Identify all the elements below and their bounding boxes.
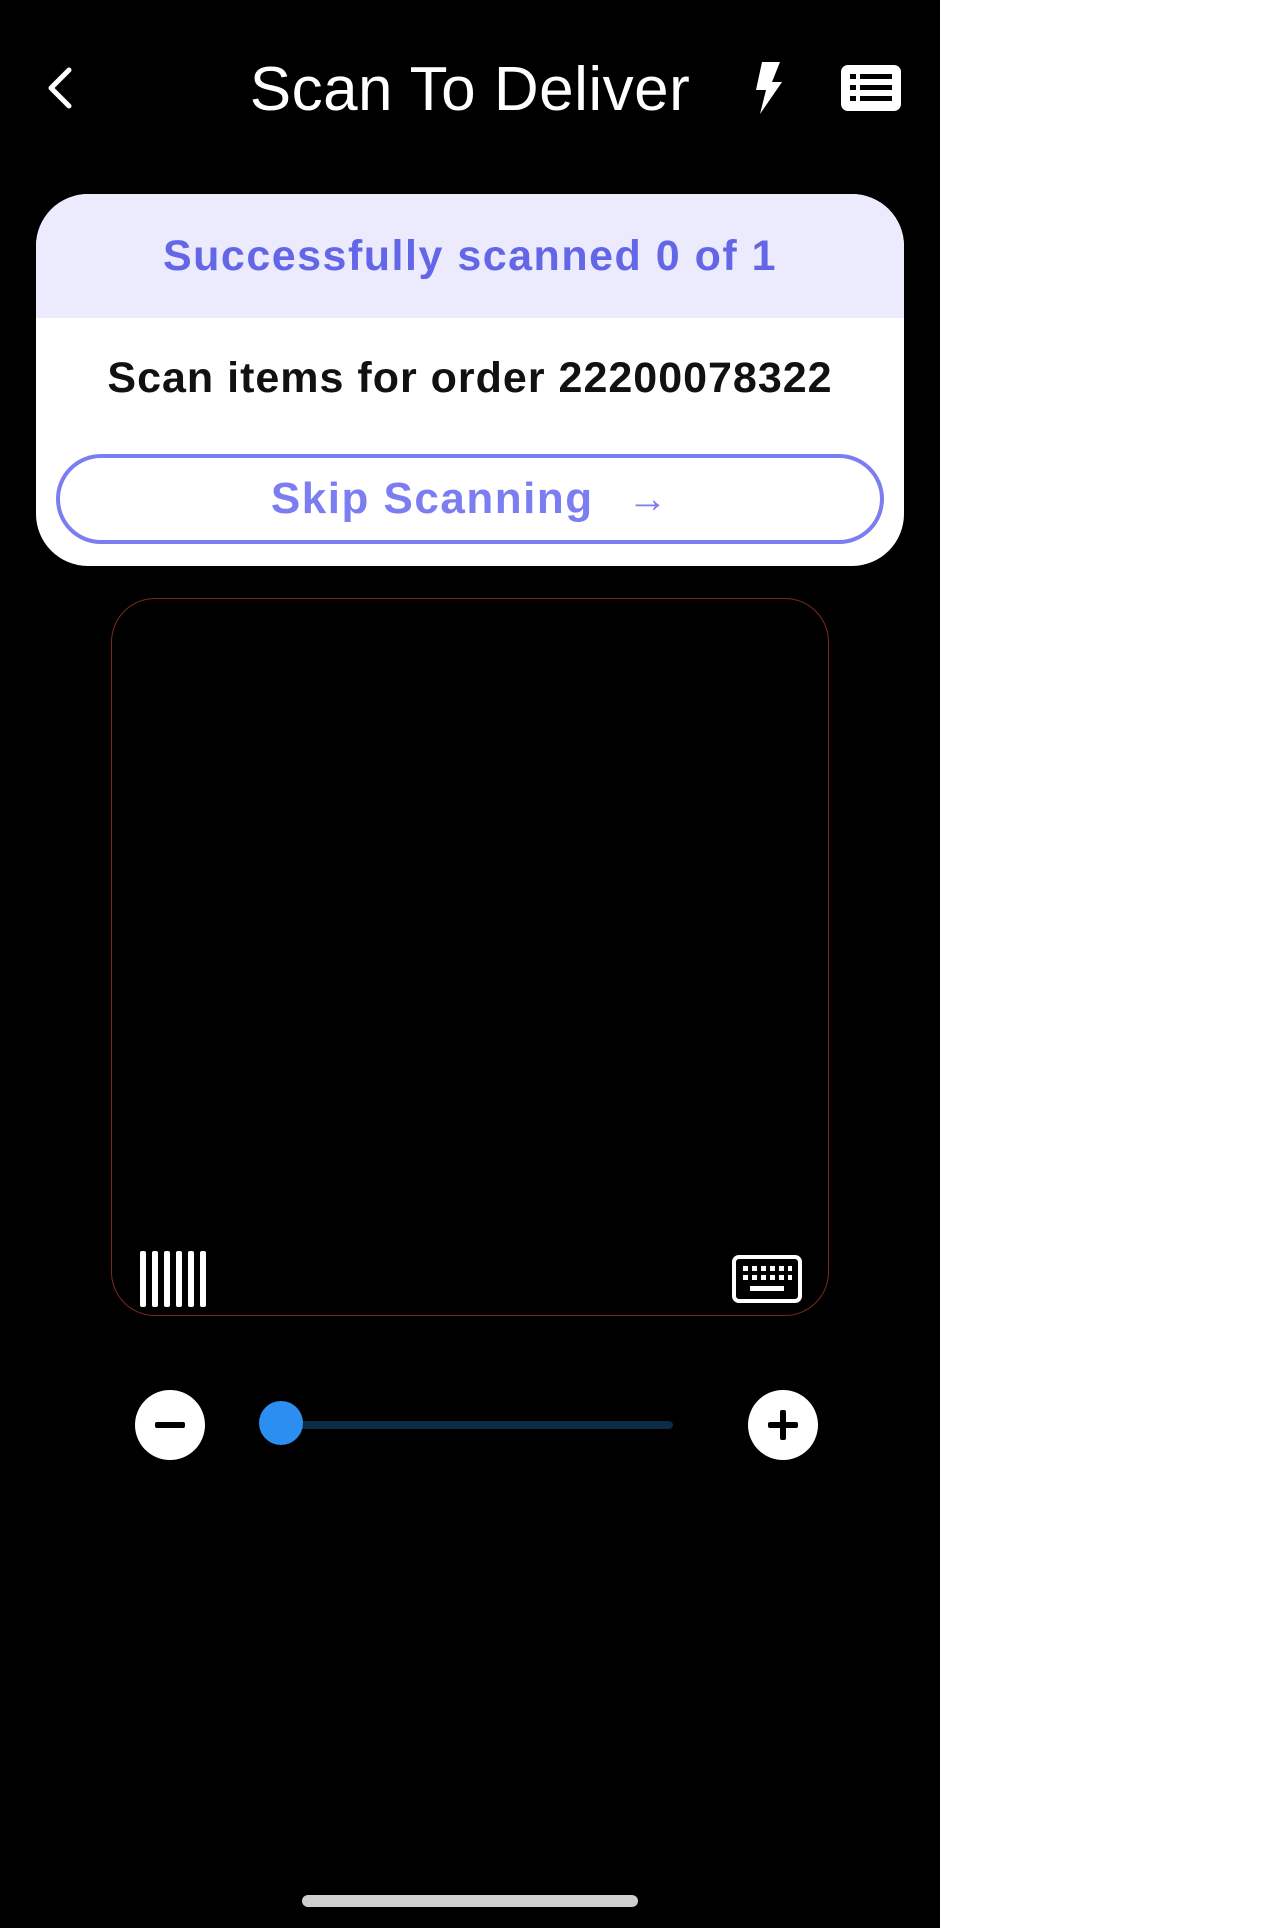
barcode-icon [140, 1251, 206, 1307]
flash-button[interactable] [746, 60, 790, 116]
list-icon [841, 65, 901, 111]
barcode-mode-button[interactable] [138, 1251, 212, 1307]
skip-scanning-label: Skip Scanning [270, 474, 594, 523]
skip-scanning-button[interactable]: Skip Scanning → [56, 454, 884, 544]
camera-viewfinder[interactable] [111, 598, 829, 1316]
top-bar: Scan To Deliver [0, 40, 940, 136]
home-indicator[interactable] [302, 1895, 638, 1907]
zoom-slider-thumb[interactable] [259, 1401, 304, 1445]
order-instruction: Scan items for order 22200078322 [107, 354, 833, 402]
scan-status-card: Successfully scanned 0 of 1 Scan items f… [36, 194, 904, 566]
zoom-slider[interactable] [265, 1421, 673, 1429]
zoom-control [0, 1390, 940, 1460]
flash-icon [756, 62, 782, 114]
minus-icon [155, 1422, 185, 1428]
zoom-out-button[interactable] [135, 1390, 205, 1460]
app-screen: Scan To Deliver Successfully scanned 0 o… [0, 0, 940, 1928]
list-button[interactable] [840, 64, 902, 112]
zoom-in-button[interactable] [748, 1390, 818, 1460]
manual-entry-button[interactable] [732, 1255, 802, 1303]
arrow-right-icon: → [627, 476, 670, 521]
page-title: Scan To Deliver [249, 55, 691, 124]
keyboard-icon [732, 1255, 802, 1303]
plus-icon [768, 1410, 798, 1440]
scan-progress-banner: Successfully scanned 0 of 1 [36, 194, 904, 318]
